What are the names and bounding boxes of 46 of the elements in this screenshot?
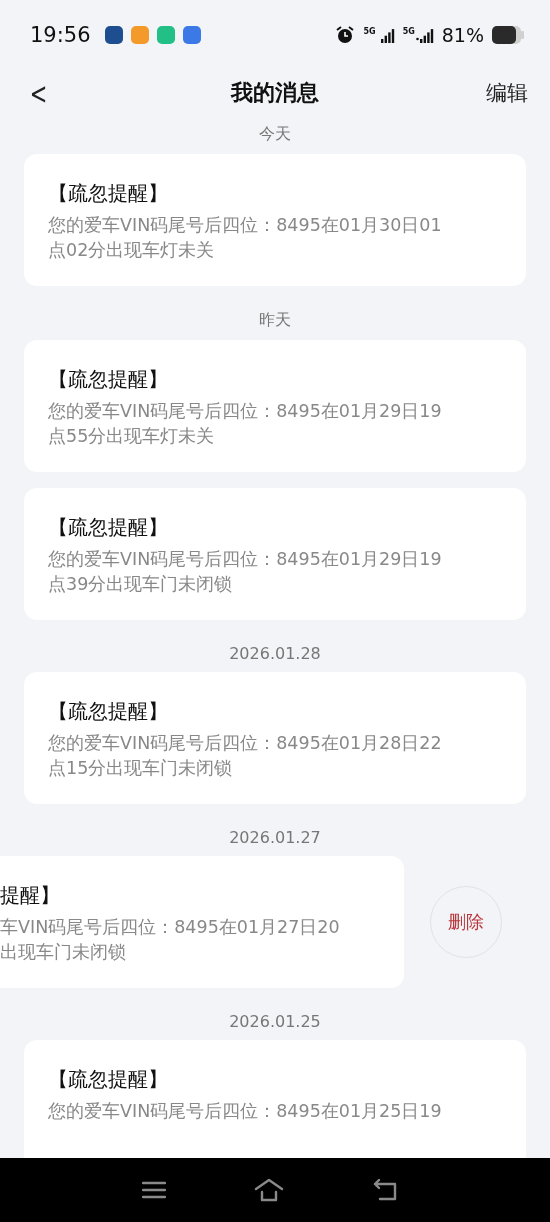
alarm-icon <box>335 25 356 45</box>
battery-percent: 81% <box>441 24 484 46</box>
message-text: 您的爱车VIN码尾号后四位：8495在01月29日19 <box>48 400 443 423</box>
date-label: 今天 <box>259 124 291 145</box>
message-title: 【疏忽提醒】 <box>48 1066 169 1093</box>
message-card[interactable]: 【疏忽提醒】 您的爱车VIN码尾号后四位：8495在01月29日19 点39分出现车门未闭锁 <box>24 488 526 620</box>
message-text: 您的爱车VIN码尾号后四位：8495在01月29日19 <box>48 548 443 571</box>
date-label: 昨天 <box>259 310 291 331</box>
message-text: 您的爱车VIN码尾号后四位：8495在01月28日22 <box>48 732 443 755</box>
message-card[interactable]: 提醒】 车VIN码尾号后四位：8495在01月27日20 出现车门未闭锁 <box>0 856 404 988</box>
date-label: 2026.01.25 <box>229 1012 321 1031</box>
message-text: 您的爱车VIN码尾号后四位：8495在01月30日01 <box>48 214 443 237</box>
delete-button[interactable]: 删除 <box>430 886 502 958</box>
app-icon <box>182 26 201 44</box>
message-text: 点15分出现车门未闭锁 <box>48 757 234 780</box>
message-text: 点02分出现车灯未关 <box>48 239 216 262</box>
message-card[interactable]: 【疏忽提醒】 您的爱车VIN码尾号后四位：8495在01月25日19 <box>24 1040 526 1158</box>
app-icon <box>130 26 149 44</box>
battery-icon <box>492 26 524 44</box>
message-text: 您的爱车VIN码尾号后四位：8495在01月25日19 <box>48 1100 443 1123</box>
message-card[interactable]: 【疏忽提醒】 您的爱车VIN码尾号后四位：8495在01月30日01 点02分出现车灯未关 <box>24 154 526 286</box>
app-icon <box>156 26 175 44</box>
home-icon[interactable] <box>254 1178 284 1202</box>
message-title: 【疏忽提醒】 <box>48 366 169 393</box>
message-title: 【疏忽提醒】 <box>48 698 169 725</box>
date-label: 2026.01.28 <box>229 644 321 663</box>
app-icon <box>104 26 123 44</box>
message-text: 出现车门未闭锁 <box>0 941 127 964</box>
message-text: 点55分出现车灯未关 <box>48 425 216 448</box>
message-card[interactable]: 【疏忽提醒】 您的爱车VIN码尾号后四位：8495在01月28日22 点15分出现车门未闭锁 <box>24 672 526 804</box>
page-title: 我的消息 <box>231 79 319 107</box>
date-label: 2026.01.27 <box>229 828 321 847</box>
network-label: 5G <box>402 27 415 36</box>
message-text: 点39分出现车门未闭锁 <box>48 573 234 596</box>
message-title: 【疏忽提醒】 <box>48 514 169 541</box>
status-time: 19:56 <box>30 23 91 47</box>
edit-button[interactable]: 编辑 <box>486 79 528 107</box>
back-icon[interactable] <box>372 1179 398 1201</box>
menu-icon[interactable] <box>142 1180 166 1200</box>
message-text: 车VIN码尾号后四位：8495在01月27日20 <box>0 916 341 939</box>
signal-icon <box>415 27 434 43</box>
network-label: 5G <box>363 27 376 36</box>
back-button[interactable]: < <box>29 75 48 111</box>
message-card[interactable]: 【疏忽提醒】 您的爱车VIN码尾号后四位：8495在01月29日19 点55分出现车灯未关 <box>24 340 526 472</box>
message-title: 提醒】 <box>0 882 61 909</box>
message-title: 【疏忽提醒】 <box>48 180 169 207</box>
